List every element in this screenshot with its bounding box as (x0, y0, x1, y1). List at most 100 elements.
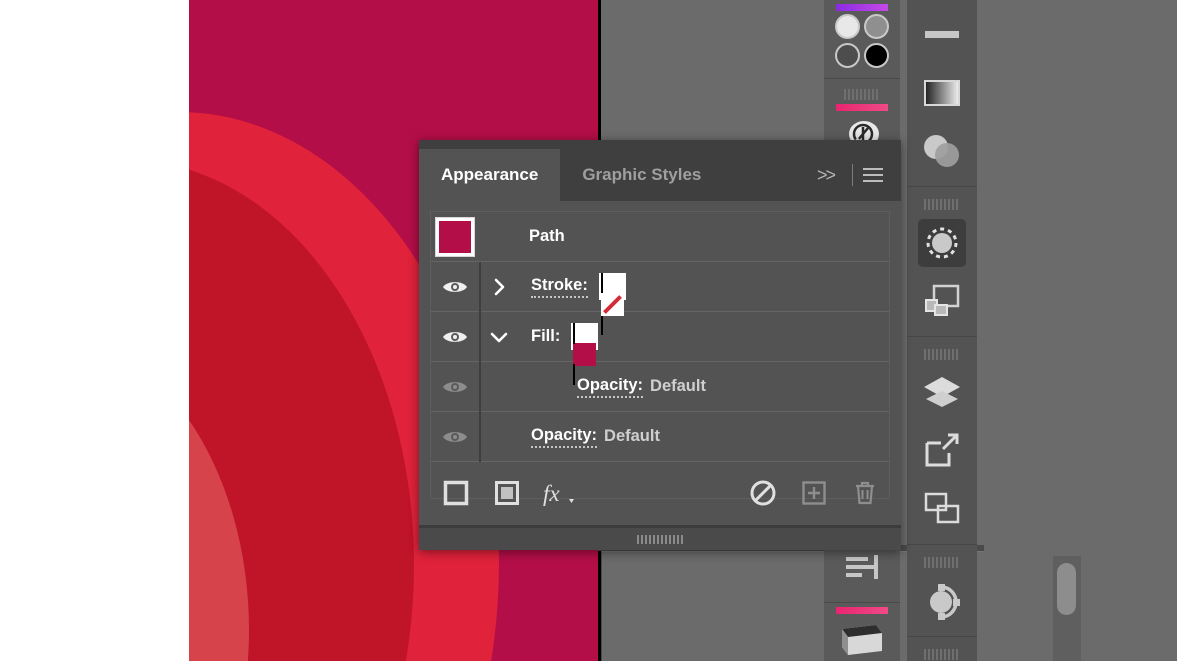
add-new-fill-button[interactable] (481, 473, 532, 513)
add-effect-fx-button[interactable]: fx (532, 473, 583, 513)
eye-icon (443, 331, 467, 342)
collapse-to-icons-button[interactable]: >> (807, 165, 844, 186)
rotate-transform-icon[interactable] (907, 572, 977, 630)
asset-export-panel-icon[interactable] (907, 480, 977, 538)
stroke-color-swatch[interactable] (598, 273, 626, 335)
duplicate-item-icon (801, 481, 826, 505)
stroke-label[interactable]: Stroke: (531, 276, 588, 298)
dock-group-appearance-tools (907, 0, 977, 187)
chevron-down-icon (490, 332, 508, 342)
gradient-panel-icon[interactable] (907, 64, 977, 122)
panel-tabbar: Appearance Graphic Styles >> (419, 149, 901, 201)
primary-dock-column (907, 0, 977, 661)
stroke-visibility-eye-icon[interactable] (431, 279, 479, 295)
align-panel-icon[interactable] (824, 546, 900, 592)
dock-grip-2[interactable] (907, 343, 977, 364)
transparency-panel-icon[interactable] (907, 122, 977, 180)
illustrator-screenshot: Appearance Graphic Styles >> Path Stroke… (0, 0, 1177, 661)
appearance-row-object-opacity[interactable]: Opacity: Default (431, 411, 889, 462)
gradient-glyph (924, 80, 960, 106)
panel-resize-gripper[interactable] (419, 528, 901, 550)
vertical-scrollbar-thumb[interactable] (1057, 563, 1076, 615)
add-new-stroke-button[interactable] (430, 473, 481, 513)
dock-grip-1[interactable] (907, 193, 977, 214)
duplicate-selected-item-button[interactable] (788, 473, 839, 513)
clear-appearance-button[interactable] (737, 473, 788, 513)
add-new-stroke-icon (443, 480, 468, 506)
dock-group-transform (907, 637, 977, 661)
layers-glyph (924, 377, 960, 407)
symbols-dock-glyph (925, 284, 960, 316)
stroke-glyph (925, 31, 959, 38)
path-label: Path (529, 227, 565, 245)
tab-appearance[interactable]: Appearance (419, 149, 561, 201)
fx-effects-icon: fx (543, 481, 574, 506)
object-opacity-label[interactable]: Opacity: (531, 426, 598, 448)
swatches-glyph (842, 625, 882, 655)
dock-grip-4[interactable] (907, 643, 977, 661)
swatches-group (824, 603, 900, 661)
fill-disclosure-chevron-down-icon[interactable] (481, 331, 517, 343)
svg-text:fx: fx (543, 481, 560, 506)
artboards-glyph (925, 433, 959, 467)
symbols-bar (836, 104, 888, 111)
layers-panel-icon[interactable] (907, 364, 977, 422)
target-row-label-cell: Path (515, 227, 889, 246)
object-opacity-value: Default (604, 427, 660, 445)
swatches-bar (836, 607, 888, 614)
swatches-panel-icon[interactable] (824, 607, 900, 659)
path-thumbnail-cell[interactable] (431, 216, 479, 257)
appearance-glyph (926, 227, 958, 259)
dock-group-layers (907, 337, 977, 545)
appearance-panel-icon[interactable] (907, 214, 977, 272)
fill-label-cell: Fill: (517, 323, 889, 385)
color-guide-icon[interactable] (824, 4, 900, 68)
appearance-target-row[interactable]: Path (431, 212, 889, 262)
delete-selected-item-button[interactable] (839, 473, 890, 513)
path-thumbnail-swatch[interactable] (435, 216, 475, 257)
fill-label[interactable]: Fill: (531, 327, 560, 346)
align-glyph (846, 555, 878, 579)
eye-icon (443, 281, 467, 292)
fill-opacity-visibility-eye-icon[interactable] (431, 379, 479, 395)
fill-color-swatch[interactable] (571, 323, 599, 385)
stroke-panel-icon[interactable] (907, 6, 977, 64)
object-opacity-visibility-eye-icon[interactable] (431, 429, 479, 445)
eye-icon (443, 381, 467, 392)
asset-export-glyph (924, 492, 960, 524)
panel-top-edge (419, 140, 901, 149)
appearance-panel-toolbar: fx (430, 473, 890, 513)
trash-icon (855, 481, 874, 505)
appearance-panel[interactable]: Appearance Graphic Styles >> Path Stroke… (419, 140, 901, 550)
eye-icon (443, 431, 467, 442)
fill-visibility-eye-icon[interactable] (431, 329, 479, 345)
symbols-dock-icon[interactable] (907, 272, 977, 330)
fill-opacity-label-cell: Opacity: Default (481, 376, 889, 398)
dock-group-appearance (907, 187, 977, 337)
artboards-panel-icon[interactable] (907, 422, 977, 480)
dock-group-rotate (907, 545, 977, 637)
dock-grip-3[interactable] (907, 551, 977, 572)
appearance-row-stroke[interactable]: Stroke: (431, 261, 889, 335)
chevron-right-icon (494, 278, 505, 295)
transparency-glyph (924, 135, 959, 167)
appearance-row-fill-opacity[interactable]: Opacity: Default (431, 361, 889, 412)
tab-graphic-styles[interactable]: Graphic Styles (560, 149, 723, 201)
fill-opacity-label[interactable]: Opacity: (577, 376, 644, 398)
object-opacity-label-cell: Opacity: Default (481, 426, 889, 448)
stroke-label-cell: Stroke: (517, 273, 889, 335)
add-new-fill-icon (494, 481, 519, 505)
color-guide-bar (836, 4, 888, 11)
color-guide-group (824, 0, 900, 79)
dock2-grip[interactable] (824, 83, 900, 104)
panel-tab-controls: >> (807, 149, 901, 201)
fill-opacity-value: Default (650, 377, 706, 395)
panel-menu-icon[interactable] (861, 168, 885, 182)
align-group (824, 541, 900, 603)
rotate-glyph (930, 584, 960, 620)
clear-appearance-icon (750, 480, 775, 506)
stroke-disclosure-chevron-right-icon[interactable] (481, 278, 517, 296)
appearance-rows: Path Stroke: Fill: Opacity: Default Opac… (430, 211, 890, 499)
appearance-row-fill[interactable]: Fill: (431, 311, 889, 385)
color-guide-swatch-circles (835, 14, 889, 68)
